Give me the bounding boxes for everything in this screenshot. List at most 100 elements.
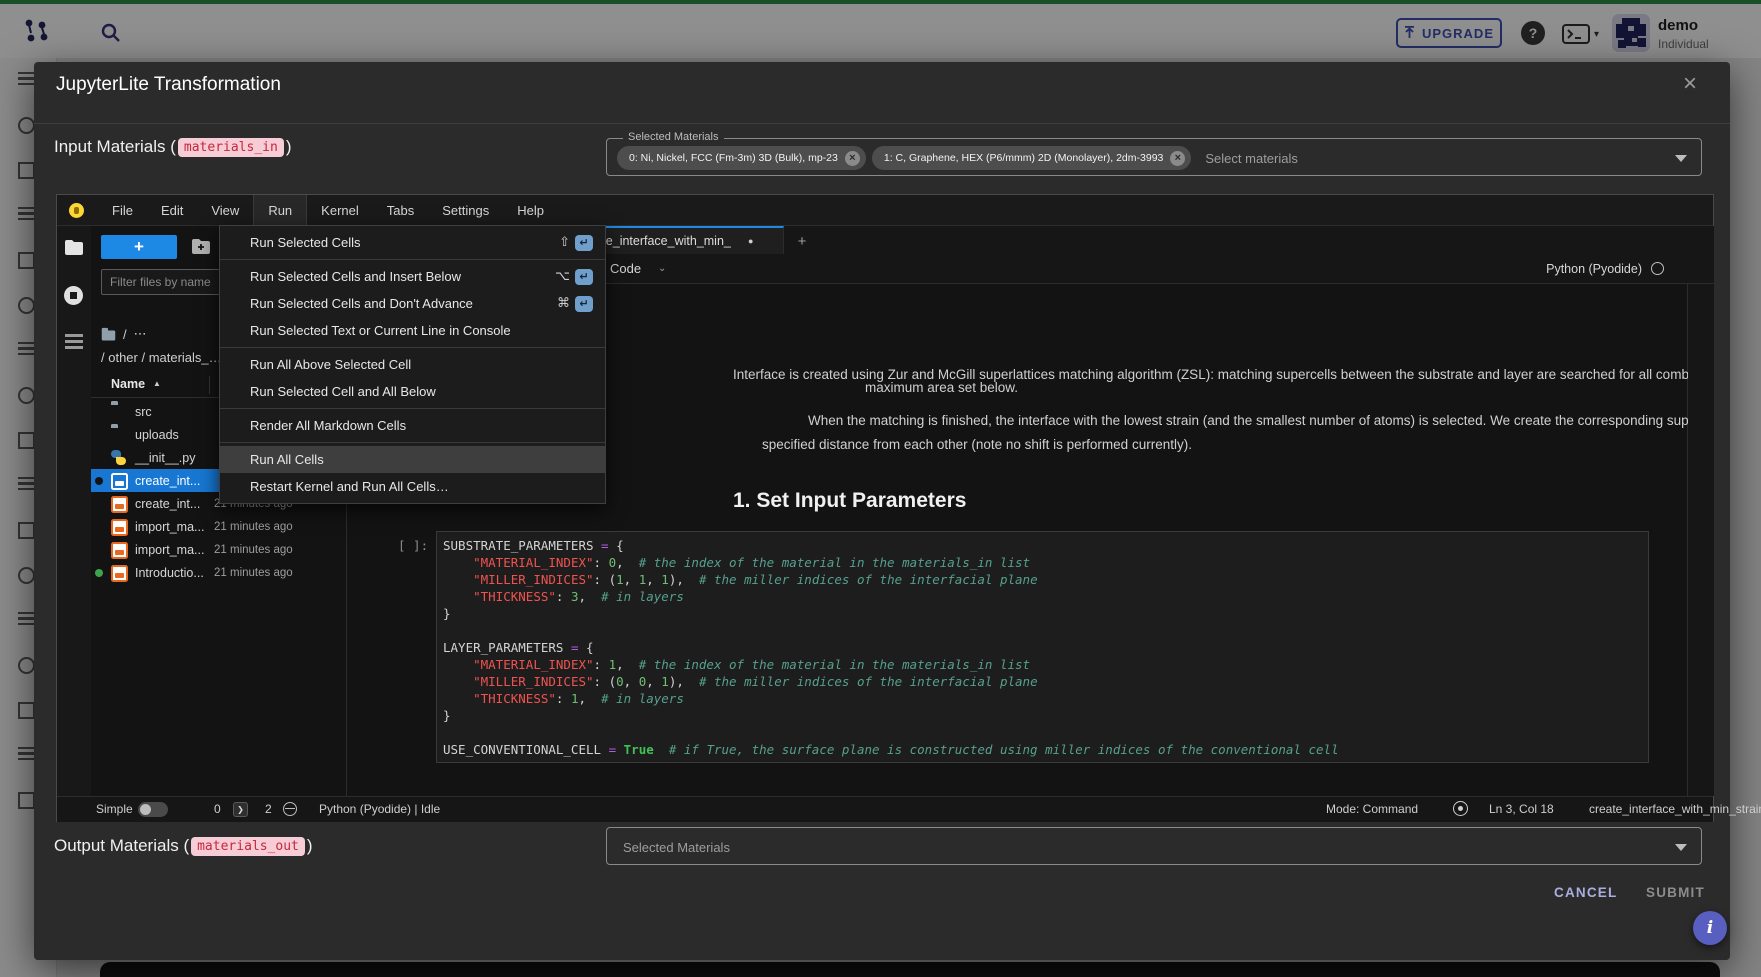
menubar-item-settings[interactable]: Settings xyxy=(428,195,503,225)
run-menu-item[interactable]: Run Selected Cells⇧↵ xyxy=(220,229,605,256)
code-token: 1 xyxy=(661,674,669,689)
breadcrumb-path[interactable]: / other / materials_… xyxy=(101,350,222,365)
run-menu-item[interactable]: Render All Markdown Cells xyxy=(220,412,605,439)
menubar-item-help[interactable]: Help xyxy=(503,195,558,225)
submit-button[interactable]: SUBMIT xyxy=(1640,884,1711,901)
input-materials-label: Input Materials (materials_in) xyxy=(54,137,291,157)
shift-key-icon: ⇧ xyxy=(559,235,570,250)
output-materials-input[interactable]: Selected Materials xyxy=(606,827,1702,865)
kernel-status-icon[interactable] xyxy=(1651,262,1664,275)
code-line: "MILLER_INDICES": (0, 0, 1), # the mille… xyxy=(443,673,1339,690)
enter-key-icon: ↵ xyxy=(575,296,593,312)
menubar-item-file[interactable]: File xyxy=(98,195,147,225)
kernel-sessions-icon[interactable] xyxy=(283,802,297,816)
cell-type-caret-icon: ⌄ xyxy=(658,263,666,274)
sort-asc-icon: ▲ xyxy=(153,379,161,388)
code-token: "MATERIAL_INDEX" xyxy=(473,657,593,672)
simple-mode-toggle[interactable] xyxy=(138,802,168,817)
file-row[interactable]: Introductio...21 minutes ago xyxy=(91,561,346,584)
option-key-icon: ⌥ xyxy=(555,269,570,284)
close-icon[interactable]: × xyxy=(1676,70,1704,98)
name-column-header: Name xyxy=(111,377,145,391)
cancel-button[interactable]: CANCEL xyxy=(1548,884,1623,901)
menu-separator xyxy=(220,442,605,443)
run-menu-item-label: Run Selected Cell and All Below xyxy=(250,384,436,399)
select-materials-placeholder: Select materials xyxy=(1205,151,1297,166)
kernels-count[interactable]: 2 xyxy=(265,802,272,816)
menubar-item-view[interactable]: View xyxy=(197,195,253,225)
menu-separator xyxy=(220,347,605,348)
jupyter-activity-bar xyxy=(57,226,92,796)
output-dropdown-caret-icon[interactable] xyxy=(1675,844,1687,851)
code-token: , xyxy=(579,589,602,604)
kernel-status-text[interactable]: Python (Pyodide) | Idle xyxy=(319,802,440,816)
terminal-sessions-icon[interactable]: ❯ xyxy=(233,802,248,817)
materials-out-code: materials_out xyxy=(191,837,305,856)
running-sessions-tab-icon[interactable] xyxy=(64,286,83,305)
code-token: 3 xyxy=(571,589,579,604)
code-token: "THICKNESS" xyxy=(473,691,556,706)
file-browser-tab-icon[interactable] xyxy=(64,239,84,256)
materials-dropdown-caret-icon[interactable] xyxy=(1675,155,1687,162)
code-token xyxy=(443,572,473,587)
code-token: # in layers xyxy=(601,589,684,604)
material-chip[interactable]: 1: C, Graphene, HEX (P6/mmm) 2D (Monolay… xyxy=(872,146,1192,170)
file-row[interactable]: import_ma...21 minutes ago xyxy=(91,515,346,538)
enter-key-icon: ↵ xyxy=(575,235,593,251)
run-menu-item[interactable]: Run Selected Cell and All Below xyxy=(220,378,605,405)
run-menu-item[interactable]: Run All Above Selected Cell xyxy=(220,351,605,378)
accessibility-icon[interactable] xyxy=(1453,801,1468,816)
new-folder-icon[interactable] xyxy=(191,238,211,255)
code-token: , xyxy=(624,674,639,689)
output-materials-label: Output Materials (materials_out) xyxy=(54,836,313,856)
menubar-item-run[interactable]: Run xyxy=(253,195,307,225)
simple-mode-label: Simple xyxy=(96,802,133,816)
code-token: : xyxy=(594,657,609,672)
run-menu-item-label: Render All Markdown Cells xyxy=(250,418,406,433)
code-editor[interactable]: SUBSTRATE_PARAMETERS = { "MATERIAL_INDEX… xyxy=(443,537,1339,758)
run-menu-item[interactable]: Run Selected Cells and Insert Below⌥↵ xyxy=(220,263,605,290)
code-line: "MATERIAL_INDEX": 1, # the index of the … xyxy=(443,656,1339,673)
notebook-file-icon xyxy=(111,473,126,488)
code-token: 1 xyxy=(571,691,579,706)
code-token: ), xyxy=(669,674,699,689)
jupyter-statusbar: Simple 0 ❯ 2 Python (Pyodide) | Idle Mod… xyxy=(57,796,1713,822)
home-folder-icon[interactable] xyxy=(102,330,116,340)
menu-separator xyxy=(220,408,605,409)
tab-dirty-indicator: ● xyxy=(748,236,753,246)
material-chip[interactable]: 0: Ni, Nickel, FCC (Fm-3m) 3D (Bulk), mp… xyxy=(617,146,866,170)
chip-remove-icon[interactable]: × xyxy=(1170,151,1185,166)
menubar-item-kernel[interactable]: Kernel xyxy=(307,195,373,225)
menubar-item-tabs[interactable]: Tabs xyxy=(373,195,428,225)
cell-type-select[interactable]: Code xyxy=(610,261,641,276)
command-key-icon: ⌘ xyxy=(557,296,570,311)
run-menu-item[interactable]: Run Selected Text or Current Line in Con… xyxy=(220,317,605,344)
run-menu-item[interactable]: Run Selected Cells and Don't Advance⌘↵ xyxy=(220,290,605,317)
mode-indicator[interactable]: Mode: Command xyxy=(1326,802,1418,816)
file-row[interactable]: import_ma...21 minutes ago xyxy=(91,538,346,561)
menubar-item-edit[interactable]: Edit xyxy=(147,195,197,225)
cursor-position[interactable]: Ln 3, Col 18 xyxy=(1489,802,1554,816)
file-name: src xyxy=(135,405,152,419)
file-name: create_int... xyxy=(135,497,200,511)
terminals-count[interactable]: 0 xyxy=(214,802,221,816)
breadcrumb[interactable]: / ⋯ xyxy=(101,326,147,342)
kernel-running-dot xyxy=(95,569,103,577)
shortcut: ⌥↵ xyxy=(555,269,593,285)
info-fab-button[interactable]: i xyxy=(1693,911,1727,945)
table-of-contents-tab-icon[interactable] xyxy=(65,334,83,337)
code-token xyxy=(443,555,473,570)
run-menu-item[interactable]: Run All Cells xyxy=(220,446,605,473)
chip-remove-icon[interactable]: × xyxy=(845,151,860,166)
new-launcher-button[interactable]: + xyxy=(101,235,177,259)
markdown-text: When the matching is finished, the inter… xyxy=(808,413,1688,428)
run-menu-item[interactable]: Restart Kernel and Run All Cells… xyxy=(220,473,605,500)
code-token: , xyxy=(616,555,639,570)
notebook-file-icon xyxy=(111,565,126,580)
enter-key-icon: ↵ xyxy=(575,269,593,285)
kernel-name[interactable]: Python (Pyodide) xyxy=(1546,262,1642,276)
code-token: # the index of the material in the mater… xyxy=(639,657,1030,672)
selected-materials-input[interactable]: Selected Materials 0: Ni, Nickel, FCC (F… xyxy=(606,138,1702,176)
shortcut: ⌘↵ xyxy=(557,296,593,312)
new-tab-button[interactable]: + xyxy=(792,231,812,251)
